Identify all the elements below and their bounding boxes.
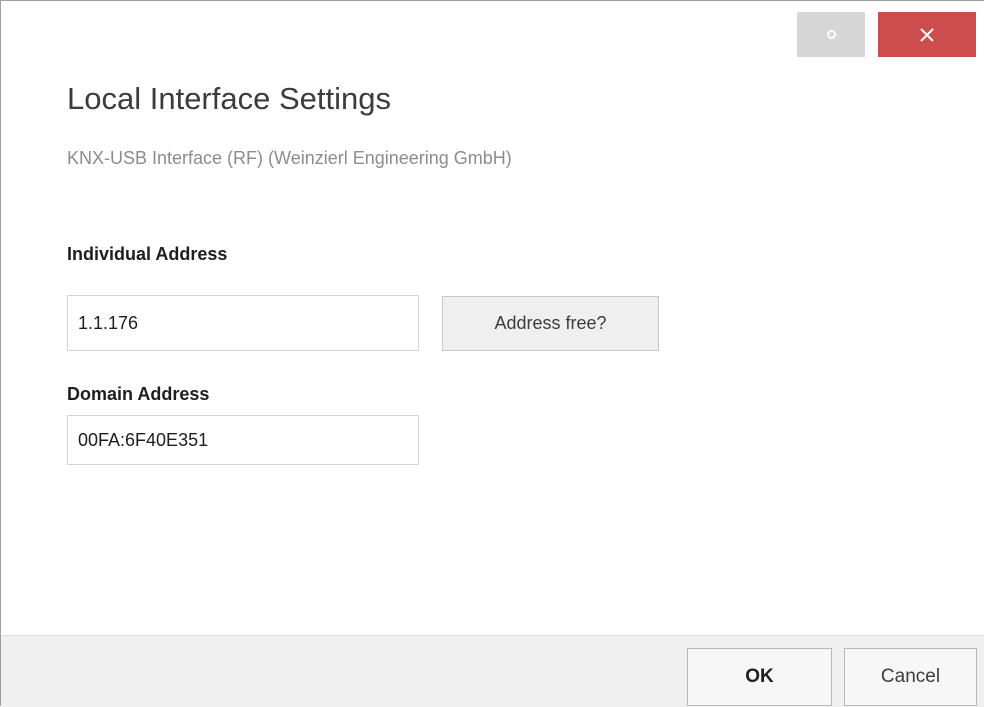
cancel-button[interactable]: Cancel [844, 648, 977, 706]
individual-address-input[interactable] [67, 295, 419, 351]
dialog-subtitle: KNX-USB Interface (RF) (Weinzierl Engine… [67, 148, 512, 168]
dialog-title: Local Interface Settings [67, 81, 391, 116]
ok-button[interactable]: OK [687, 648, 832, 706]
individual-address-label: Individual Address [67, 244, 228, 264]
domain-address-label: Domain Address [67, 384, 210, 404]
close-icon [920, 27, 934, 42]
circle-icon [826, 30, 836, 39]
restore-button[interactable] [797, 12, 865, 57]
close-button[interactable] [878, 12, 976, 57]
local-interface-settings-dialog: Local Interface Settings KNX-USB Interfa… [0, 0, 984, 707]
address-free-button[interactable]: Address free? [442, 296, 659, 351]
domain-address-input[interactable] [67, 415, 419, 465]
dialog-footer [1, 635, 984, 707]
